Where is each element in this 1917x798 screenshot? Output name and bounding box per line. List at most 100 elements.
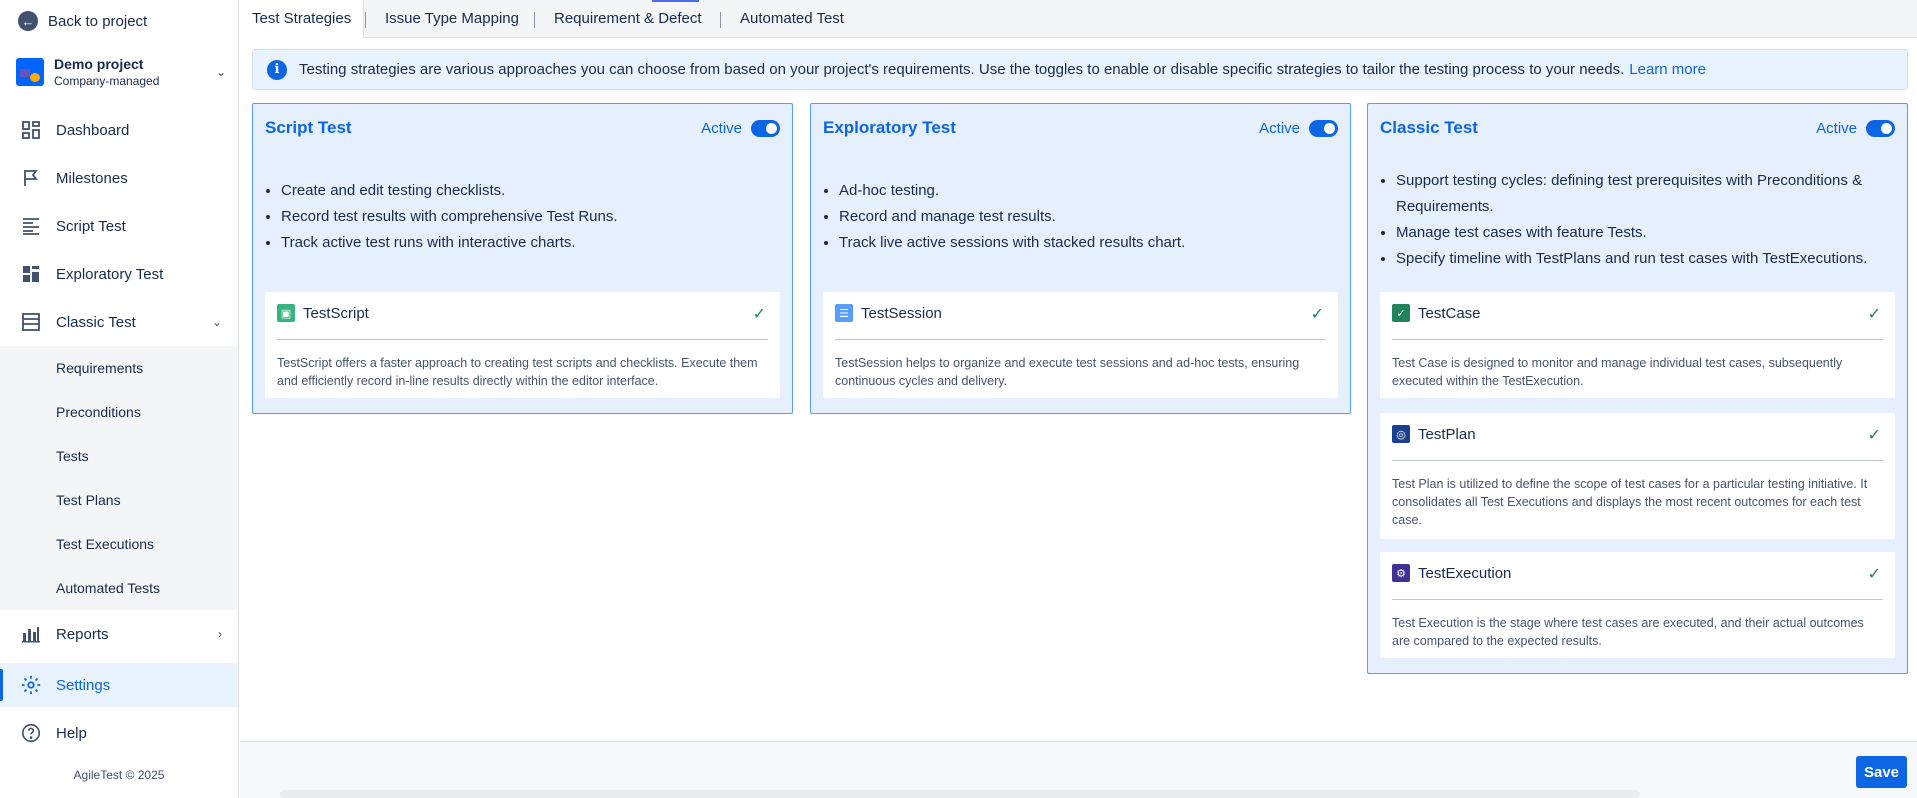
strategy-card-classic-test: Classic Test Active Support testing cycl… bbox=[1367, 103, 1908, 674]
bullet-item: Specify timeline with TestPlans and run … bbox=[1396, 246, 1891, 272]
bullet-item: Record test results with comprehensive T… bbox=[281, 204, 618, 230]
card-title: Exploratory Test bbox=[823, 118, 956, 137]
check-icon: ✓ bbox=[1867, 427, 1881, 444]
divider bbox=[1392, 339, 1883, 340]
check-icon: ✓ bbox=[1867, 566, 1881, 583]
bullet-item: Create and edit testing checklists. bbox=[281, 178, 618, 204]
bullet-item: Track active test runs with interactive … bbox=[281, 230, 618, 256]
divider bbox=[277, 339, 768, 340]
tab-automated-test[interactable]: Automated Test bbox=[728, 0, 856, 38]
feature-name: TestSession bbox=[861, 304, 942, 322]
feature-description: Test Case is designed to monitor and man… bbox=[1392, 356, 1843, 388]
bullet-item: Record and manage test results. bbox=[839, 204, 1185, 230]
sidebar-item-dashboard[interactable]: Dashboard bbox=[0, 108, 238, 152]
grid-icon bbox=[20, 263, 42, 285]
classic-test-submenu: Requirements Preconditions Tests Test Pl… bbox=[0, 346, 238, 610]
list-icon bbox=[20, 215, 42, 237]
sidebar-item-label: Settings bbox=[56, 676, 111, 694]
tab-separator bbox=[365, 12, 366, 28]
sidebar-item-label: Reports bbox=[56, 625, 109, 643]
check-icon: ✓ bbox=[1867, 306, 1881, 323]
project-type: Company-managed bbox=[54, 74, 160, 88]
horizontal-scrollbar[interactable] bbox=[280, 790, 1640, 798]
dashboard-icon bbox=[20, 119, 42, 141]
project-name: Demo project bbox=[54, 56, 144, 72]
sidebar-subitem-requirements[interactable]: Requirements bbox=[56, 358, 143, 378]
learn-more-link[interactable]: Learn more bbox=[1629, 61, 1706, 78]
sidebar-subitem-preconditions[interactable]: Preconditions bbox=[56, 402, 141, 422]
feature-name: TestScript bbox=[303, 304, 369, 322]
back-to-project-link[interactable]: ← Back to project bbox=[18, 10, 147, 32]
panel-icon bbox=[20, 311, 42, 333]
bullet-item: Support testing cycles: defining test pr… bbox=[1396, 168, 1891, 220]
sidebar-item-classic-test[interactable]: Classic Test ⌄ bbox=[0, 300, 238, 344]
sidebar-item-milestones[interactable]: Milestones bbox=[0, 156, 238, 200]
flag-icon bbox=[20, 167, 42, 189]
check-icon: ✓ bbox=[752, 306, 766, 323]
feature-panel-testcase: ✓ TestCase ✓ Test Case is designed to mo… bbox=[1380, 292, 1895, 398]
bullet-item: Track live active sessions with stacked … bbox=[839, 230, 1185, 256]
strategy-toggle[interactable] bbox=[1309, 120, 1338, 137]
gear-icon bbox=[20, 674, 42, 696]
bullet-item: Manage test cases with feature Tests. bbox=[1396, 220, 1891, 246]
testexecution-icon: ⚙ bbox=[1392, 564, 1410, 582]
feature-description: TestScript offers a faster approach to c… bbox=[277, 356, 758, 388]
sidebar-item-exploratory-test[interactable]: Exploratory Test bbox=[0, 252, 238, 296]
feature-panel-testscript: ▣ TestScript ✓ TestScript offers a faste… bbox=[265, 292, 780, 398]
strategy-card-script-test: Script Test Active Create and edit testi… bbox=[252, 103, 793, 414]
divider bbox=[835, 339, 1326, 340]
sidebar-item-label: Help bbox=[56, 724, 87, 742]
feature-name: TestPlan bbox=[1418, 425, 1476, 443]
card-title: Classic Test bbox=[1380, 118, 1478, 137]
sidebar-subitem-automated-tests[interactable]: Automated Tests bbox=[56, 578, 160, 598]
testplan-icon: ◎ bbox=[1392, 425, 1410, 443]
sidebar-item-help[interactable]: Help bbox=[0, 711, 238, 755]
testcase-icon: ✓ bbox=[1392, 304, 1410, 322]
divider bbox=[1392, 599, 1883, 600]
project-switcher[interactable]: Demo project Company-managed ⌄ bbox=[16, 52, 226, 92]
sidebar-item-settings[interactable]: Settings bbox=[0, 663, 238, 707]
sidebar-item-label: Exploratory Test bbox=[56, 265, 164, 283]
sidebar-subitem-test-executions[interactable]: Test Executions bbox=[56, 534, 154, 554]
tab-separator bbox=[720, 12, 721, 28]
check-icon: ✓ bbox=[1310, 306, 1324, 323]
sidebar-item-script-test[interactable]: Script Test bbox=[0, 204, 238, 248]
arrow-left-icon: ← bbox=[18, 11, 38, 31]
testsession-icon: ☰ bbox=[835, 304, 853, 322]
feature-description: Test Execution is the stage where test c… bbox=[1392, 616, 1864, 648]
sidebar-item-label: Milestones bbox=[56, 169, 128, 187]
sidebar-subitem-test-plans[interactable]: Test Plans bbox=[56, 490, 121, 510]
help-icon bbox=[20, 722, 42, 744]
chevron-down-icon: ⌄ bbox=[211, 315, 222, 329]
feature-bullets: Create and edit testing checklists. Reco… bbox=[281, 178, 618, 256]
sidebar: ← Back to project Demo project Company-m… bbox=[0, 0, 239, 798]
project-logo-icon bbox=[16, 58, 44, 86]
chevron-down-icon: ⌄ bbox=[215, 65, 226, 79]
tab-test-strategies[interactable]: Test Strategies bbox=[240, 0, 365, 38]
strategy-toggle[interactable] bbox=[1866, 120, 1895, 137]
sidebar-item-reports[interactable]: Reports › bbox=[0, 612, 238, 656]
tab-indicator bbox=[652, 0, 699, 2]
testscript-icon: ▣ bbox=[277, 304, 295, 322]
feature-panel-testexecution: ⚙ TestExecution ✓ Test Execution is the … bbox=[1380, 552, 1895, 658]
tab-requirement-defect[interactable]: Requirement & Defect bbox=[542, 0, 714, 38]
bullet-item: Ad-hoc testing. bbox=[839, 178, 1185, 204]
strategy-toggle[interactable] bbox=[751, 120, 780, 137]
back-label: Back to project bbox=[48, 12, 148, 30]
feature-description: TestSession helps to organize and execut… bbox=[835, 356, 1300, 388]
tab-issue-type-mapping[interactable]: Issue Type Mapping bbox=[373, 0, 531, 38]
feature-name: TestCase bbox=[1418, 304, 1481, 322]
info-icon: i bbox=[267, 59, 287, 80]
card-status: Active bbox=[1259, 120, 1300, 137]
card-status: Active bbox=[701, 120, 742, 137]
sidebar-subitem-tests[interactable]: Tests bbox=[56, 446, 89, 466]
save-button[interactable]: Save bbox=[1856, 756, 1907, 788]
feature-panel-testsession: ☰ TestSession ✓ TestSession helps to org… bbox=[823, 292, 1338, 398]
feature-description: Test Plan is utilized to define the scop… bbox=[1392, 477, 1868, 527]
card-title: Script Test bbox=[265, 118, 352, 137]
sidebar-item-label: Script Test bbox=[56, 217, 126, 235]
chevron-right-icon: › bbox=[218, 627, 222, 641]
feature-bullets: Support testing cycles: defining test pr… bbox=[1396, 168, 1891, 272]
tab-separator bbox=[534, 12, 535, 28]
settings-tabs: Test Strategies Issue Type Mapping Requi… bbox=[240, 0, 1917, 38]
